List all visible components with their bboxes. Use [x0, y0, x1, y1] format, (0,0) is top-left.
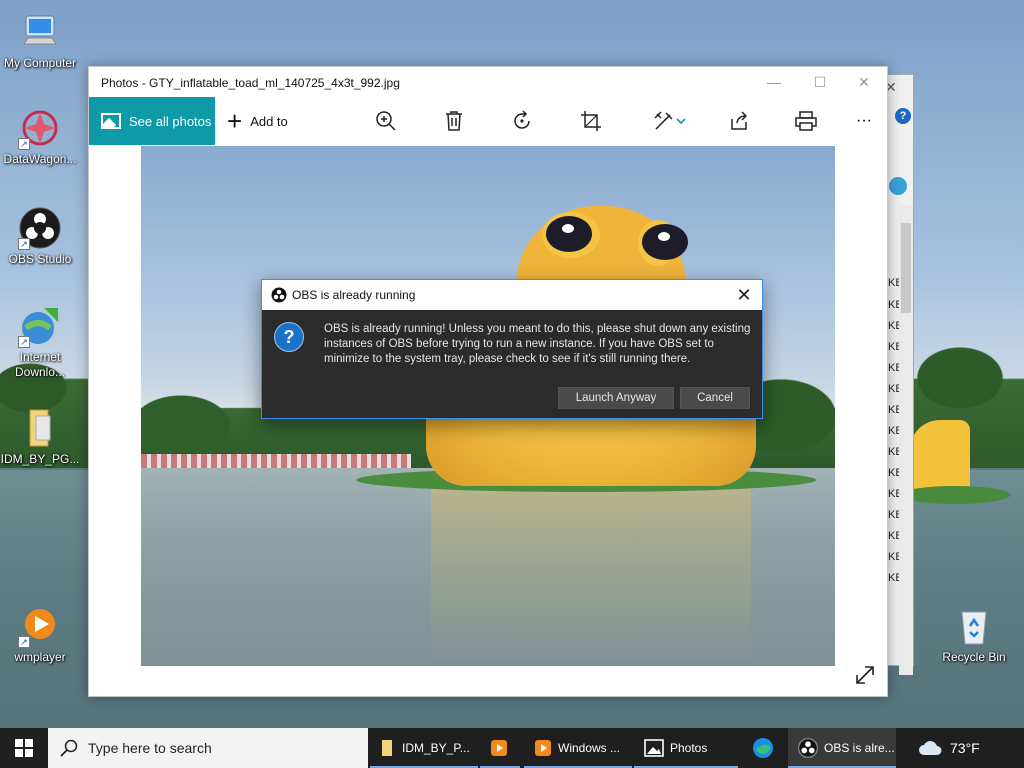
desktop-icon-label: Internet Downlo... — [14, 350, 66, 379]
title-bar[interactable]: Photos - GTY_inflatable_toad_ml_140725_4… — [89, 67, 887, 97]
computer-icon — [18, 10, 62, 54]
more-icon[interactable]: ··· — [849, 107, 879, 135]
window-title: Photos - GTY_inflatable_toad_ml_140725_4… — [101, 76, 400, 90]
windows-logo-icon — [15, 739, 33, 757]
print-icon[interactable] — [791, 107, 821, 135]
weather-widget[interactable]: 73°F — [918, 728, 980, 768]
desktop-icon-internet-download[interactable]: ↗ Internet Downlo... — [0, 304, 80, 380]
shortcut-arrow-icon: ↗ — [18, 336, 30, 348]
search-placeholder: Type here to search — [88, 740, 212, 756]
recycle-bin-icon — [952, 604, 996, 648]
chevron-down-icon — [676, 118, 686, 125]
datawagon-icon: ↗ — [18, 106, 62, 150]
taskbar-app-label: IDM_BY_P... — [402, 741, 470, 755]
photo-reflection — [431, 486, 751, 666]
launch-anyway-button[interactable]: Launch Anyway — [558, 387, 674, 409]
shortcut-arrow-icon: ↗ — [18, 238, 30, 250]
desktop-icon-wmplayer[interactable]: ↗ wmplayer — [0, 604, 80, 665]
desktop-icon-recycle-bin[interactable]: Recycle Bin — [934, 604, 1014, 665]
shortcut-arrow-icon: ↗ — [18, 636, 30, 648]
weather-temperature: 73°F — [950, 740, 980, 756]
media-player-icon: ↗ — [18, 604, 62, 648]
rotate-icon[interactable] — [507, 107, 537, 135]
shortcut-arrow-icon: ↗ — [18, 138, 30, 150]
dialog-title: OBS is already running — [292, 288, 416, 302]
search-icon — [60, 739, 78, 757]
desktop-icon-obs-studio[interactable]: ↗ OBS Studio — [0, 206, 80, 267]
question-icon: ? — [274, 322, 304, 352]
idm-globe-icon: ↗ — [18, 304, 62, 348]
see-all-photos-button[interactable]: See all photos — [89, 97, 215, 145]
media-player-icon — [535, 740, 551, 756]
desktop-icon-label: Recycle Bin — [942, 650, 1006, 664]
minimize-icon[interactable]: — — [751, 67, 797, 97]
edge-browser-icon — [753, 738, 773, 758]
delete-icon[interactable] — [439, 107, 469, 135]
taskbar-app-windows-media[interactable]: Windows ... — [524, 728, 632, 768]
taskbar-app-edge[interactable] — [742, 728, 786, 768]
photo-fence — [141, 454, 411, 468]
obs-logo-icon — [271, 287, 287, 303]
taskbar-app-photos[interactable]: Photos — [634, 728, 738, 768]
desktop-icon-label: DataWagon... — [3, 152, 77, 166]
expand-icon[interactable] — [853, 663, 877, 687]
media-player-icon — [491, 740, 507, 756]
help-icon[interactable]: ? — [895, 108, 911, 124]
desktop-icon-label: wmplayer — [14, 650, 66, 664]
add-to-button[interactable]: + Add to — [227, 97, 288, 145]
taskbar-app-media-player[interactable] — [480, 728, 520, 768]
photos-toolbar: See all photos + Add to ··· — [89, 97, 887, 145]
scrollbar-thumb[interactable] — [901, 223, 911, 313]
add-to-label: Add to — [250, 113, 288, 129]
taskbar-app-label: Photos — [670, 741, 708, 755]
obs-logo-icon: ↗ — [18, 206, 62, 250]
cancel-button[interactable]: Cancel — [680, 387, 750, 409]
folder-icon — [18, 406, 62, 450]
taskbar-app-obs[interactable]: OBS is alre... — [788, 728, 896, 768]
dialog-message: OBS is already running! Unless you meant… — [324, 323, 751, 365]
photo-icon — [644, 739, 664, 757]
folder-icon — [382, 740, 392, 756]
dialog-title-bar[interactable]: OBS is already running ✕ — [262, 280, 762, 310]
toad-eye-left — [542, 212, 600, 258]
close-icon[interactable]: ✕ — [841, 67, 887, 97]
wallpaper-lily-pad — [900, 486, 1010, 504]
taskbar: Type here to search IDM_BY_P... Windows … — [0, 728, 1024, 768]
desktop-icon-my-computer[interactable]: My Computer — [0, 10, 80, 71]
maximize-icon[interactable]: ☐ — [797, 67, 843, 97]
more-label: ··· — [856, 112, 872, 129]
desktop-icon-label: IDM_BY_PG... — [0, 452, 80, 466]
taskbar-app-label: Windows ... — [558, 741, 621, 755]
toad-eye-right — [638, 220, 688, 266]
cloud-icon — [919, 741, 942, 755]
close-icon[interactable]: ✕ — [730, 284, 758, 306]
desktop-icon-label: My Computer — [3, 56, 77, 70]
vertical-scrollbar[interactable] — [899, 205, 913, 675]
see-all-photos-label: See all photos — [129, 113, 212, 129]
obs-logo-icon — [798, 738, 818, 758]
desktop-icon-idm-folder[interactable]: IDM_BY_PG... — [0, 406, 80, 467]
share-icon[interactable] — [724, 107, 754, 135]
obs-already-running-dialog[interactable]: OBS is already running ✕ ? OBS is alread… — [261, 279, 763, 419]
edit-icon[interactable] — [647, 107, 693, 135]
desktop-icon-label: OBS Studio — [8, 252, 72, 266]
crop-icon[interactable] — [576, 107, 606, 135]
start-button[interactable] — [0, 728, 48, 768]
taskbar-app-idm-folder[interactable]: IDM_BY_P... — [370, 728, 478, 768]
desktop-icon-datawagon[interactable]: ↗ DataWagon... — [0, 106, 80, 167]
photo-icon — [101, 113, 121, 129]
globe-icon — [889, 177, 907, 195]
zoom-in-icon[interactable] — [371, 107, 401, 135]
taskbar-app-label: OBS is alre... — [824, 741, 895, 755]
taskbar-search-box[interactable]: Type here to search — [48, 728, 368, 768]
plus-icon: + — [227, 106, 243, 136]
